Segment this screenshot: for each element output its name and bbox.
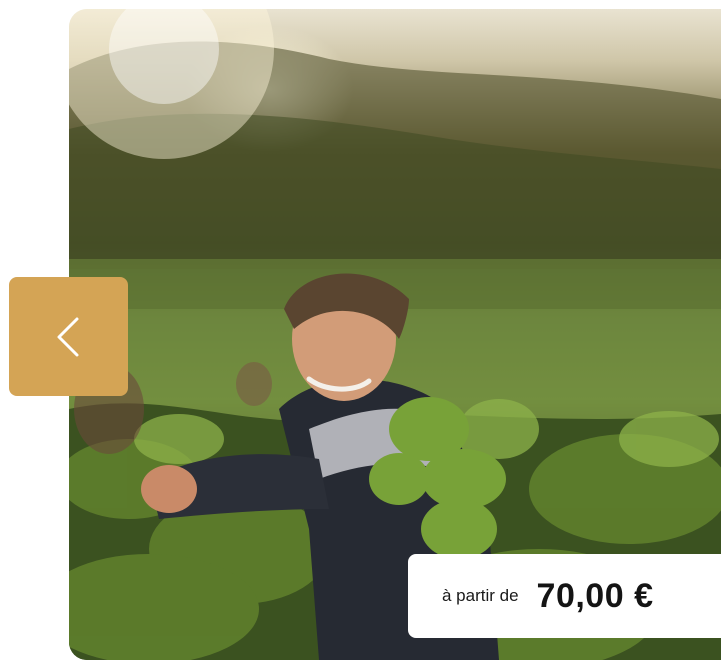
product-card: à partir de 70,00 € [0,0,721,660]
price-prefix: à partir de [442,586,519,605]
prev-slide-button[interactable] [9,277,128,396]
chevron-left-icon [57,317,78,356]
price-badge: à partir de 70,00 € [408,554,721,638]
price-value: 70,00 € [536,576,654,615]
